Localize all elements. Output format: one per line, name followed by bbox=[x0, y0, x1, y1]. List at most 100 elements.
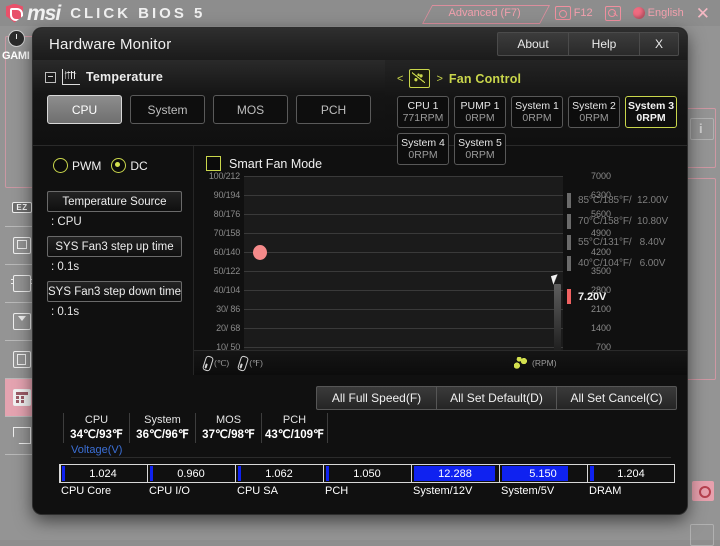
fan-curve-chart: 100/212 90/194 80/176 70/158 60/140 50/122 40/… bbox=[194, 171, 687, 371]
waveform-icon bbox=[62, 69, 80, 85]
fan-rpm: 771RPM bbox=[402, 112, 444, 124]
voltage-rail-name: DRAM bbox=[589, 485, 622, 497]
all-full-speed-button[interactable]: All Full Speed(F) bbox=[316, 386, 436, 410]
chart-gridline bbox=[244, 233, 563, 234]
bios-topbar: msi CLICK BIOS 5 Advanced (F7) F12 Engli… bbox=[0, 0, 720, 26]
exit-icon bbox=[13, 427, 31, 444]
all-set-default-button[interactable]: All Set Default(D) bbox=[436, 386, 556, 410]
fan-button-pump1[interactable]: PUMP 1 0RPM bbox=[454, 96, 506, 128]
legend-swatch bbox=[567, 193, 571, 208]
chart-y-tick-left: 40/104 bbox=[213, 285, 241, 295]
dialog-body: Temperature CPU System MOS PCH < > Fan C bbox=[33, 60, 687, 514]
temperature-readouts: CPU 34℃/93℉ System 36℃/96℉ MOS 37℃/98℉ PCH 43℃/… bbox=[33, 408, 687, 448]
temperature-value: 43℃/109℉ bbox=[264, 428, 325, 441]
globe-icon bbox=[632, 7, 645, 19]
thermometer-icon bbox=[201, 354, 215, 372]
all-set-cancel-button[interactable]: All Set Cancel(C) bbox=[556, 386, 677, 410]
voltage-rail-name: CPU I/O bbox=[149, 485, 190, 497]
radio-dc[interactable] bbox=[111, 158, 127, 173]
prev-arrow-icon[interactable]: < bbox=[397, 73, 403, 85]
language-button[interactable]: English bbox=[632, 7, 684, 19]
close-icon[interactable]: ✕ bbox=[696, 5, 710, 22]
celsius-group: (℃) bbox=[201, 354, 229, 372]
legend-swatch bbox=[567, 235, 571, 250]
temperature-name: PCH bbox=[282, 413, 307, 426]
right-rail-record-button[interactable] bbox=[692, 481, 714, 501]
right-rail-tab-1[interactable]: i bbox=[690, 118, 714, 140]
legend-label: 85°C/185°F/ 12.00V bbox=[578, 195, 669, 206]
voltage-rail-name: PCH bbox=[325, 485, 349, 497]
fan-control-panel: < > Fan Control CPU 1 771RPM PUMP 1 0RPM bbox=[385, 60, 687, 165]
voltage-rail: 1.062 CPU SA bbox=[235, 464, 323, 497]
smart-fan-mode-row[interactable]: Smart Fan Mode bbox=[194, 146, 687, 171]
right-rail-tab-2[interactable] bbox=[690, 524, 714, 546]
fan-name: System 2 bbox=[572, 99, 616, 112]
radio-pwm[interactable] bbox=[53, 158, 68, 173]
voltage-value: 1.050 bbox=[353, 467, 381, 480]
chart-gridline bbox=[244, 195, 563, 196]
boot-icon bbox=[13, 313, 31, 330]
chart-scrollbar[interactable] bbox=[554, 284, 561, 356]
monitor-icon bbox=[13, 237, 31, 254]
voltage-value: 1.062 bbox=[265, 467, 293, 480]
chart-gridline bbox=[244, 347, 563, 348]
voltage-heading: Voltage(V) bbox=[71, 444, 123, 456]
voltage-value: 5.150 bbox=[529, 467, 557, 480]
advanced-mode-label: Advanced (F7) bbox=[448, 7, 521, 19]
about-button[interactable]: About bbox=[497, 32, 568, 56]
language-label: English bbox=[647, 7, 684, 19]
close-button[interactable]: X bbox=[639, 32, 679, 56]
fan-name: System 1 bbox=[515, 99, 559, 112]
screenshot-button[interactable]: F12 bbox=[554, 6, 593, 20]
step-down-time-button[interactable]: SYS Fan3 step down time bbox=[47, 281, 182, 302]
tab-mos[interactable]: MOS bbox=[213, 95, 288, 124]
global-actions: All Full Speed(F) All Set Default(D) All… bbox=[33, 386, 687, 410]
next-arrow-icon[interactable]: > bbox=[436, 73, 442, 85]
temperature-source-button[interactable]: Temperature Source bbox=[47, 191, 182, 212]
fan-name: System 3 bbox=[627, 99, 675, 112]
legend-entry: 70°C/158°F/ 10.80V bbox=[567, 211, 687, 232]
voltage-rail: 1.024 CPU Core bbox=[59, 464, 147, 497]
fan-settings-area: PWM DC Temperature Source : CPU SYS Fan3… bbox=[33, 145, 687, 375]
fan-rpm: 0RPM bbox=[636, 112, 666, 124]
chipset-icon bbox=[11, 275, 33, 292]
fan-curve-point[interactable] bbox=[252, 245, 267, 260]
search-button[interactable] bbox=[604, 5, 621, 21]
fan-icon bbox=[514, 357, 527, 369]
smart-fan-mode-checkbox[interactable] bbox=[206, 156, 221, 171]
legend-entry: 85°C/185°F/ 12.00V bbox=[567, 190, 687, 211]
fan-button-system1[interactable]: System 1 0RPM bbox=[511, 96, 563, 128]
field-step-up-time: SYS Fan3 step up time : 0.1s bbox=[47, 236, 193, 273]
msi-logo: msi CLICK BIOS 5 bbox=[6, 3, 205, 24]
tab-cpu[interactable]: CPU bbox=[47, 95, 122, 124]
step-up-time-button[interactable]: SYS Fan3 step up time bbox=[47, 236, 182, 257]
chart-plot-area[interactable] bbox=[244, 176, 563, 366]
fan-button-cpu1[interactable]: CPU 1 771RPM bbox=[397, 96, 449, 128]
temperature-readout: System 36℃/96℉ bbox=[130, 412, 196, 444]
temperature-name: CPU bbox=[84, 413, 109, 426]
collapse-icon[interactable] bbox=[45, 71, 56, 83]
legend-label: 55°C/131°F/ 8.40V bbox=[578, 237, 666, 248]
chart-gridline bbox=[244, 252, 563, 253]
tab-pch[interactable]: PCH bbox=[296, 95, 371, 124]
radio-pwm-label: PWM bbox=[72, 158, 102, 173]
dialog-titlebar: Hardware Monitor About Help X bbox=[33, 28, 687, 60]
chart-axis-footer: (℃) (℉) (RPM) bbox=[194, 350, 687, 375]
temperature-value: 36℃/96℉ bbox=[136, 428, 189, 441]
temperature-header-label: Temperature bbox=[86, 70, 163, 84]
fan-button-system3[interactable]: System 3 0RPM bbox=[625, 96, 677, 128]
advanced-mode-button[interactable]: Advanced (F7) bbox=[427, 4, 543, 22]
fan-parameters-column: PWM DC Temperature Source : CPU SYS Fan3… bbox=[33, 146, 194, 375]
tab-system[interactable]: System bbox=[130, 95, 205, 124]
help-button[interactable]: Help bbox=[568, 32, 639, 56]
fan-button-system2[interactable]: System 2 0RPM bbox=[568, 96, 620, 128]
chart-y-tick-left: 30/ 86 bbox=[216, 304, 240, 314]
fan-mode-radio-group: PWM DC bbox=[33, 158, 193, 173]
voltage-value: 1.204 bbox=[617, 467, 645, 480]
right-rail-tab-glyph: i bbox=[699, 121, 703, 136]
fahrenheit-group: (℉) bbox=[237, 354, 263, 372]
temperature-name: System bbox=[144, 413, 181, 426]
legend-entry: 55°C/131°F/ 8.40V bbox=[567, 232, 687, 253]
fan-chart-icon bbox=[409, 69, 431, 88]
chart-y-tick-left: 60/140 bbox=[213, 247, 241, 257]
